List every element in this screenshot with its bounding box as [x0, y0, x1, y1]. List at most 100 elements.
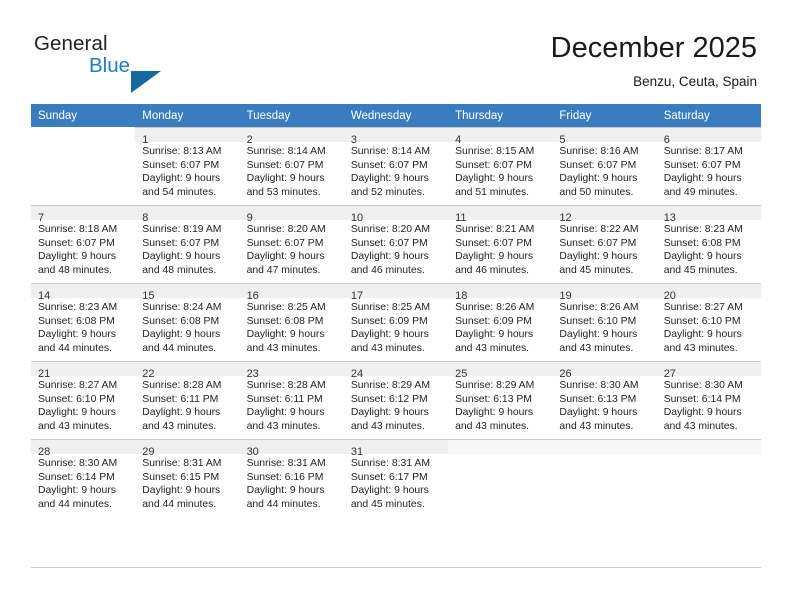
- sunrise-text: Sunrise: 8:19 AM: [142, 224, 222, 235]
- sunset-text: Sunset: 6:07 PM: [38, 237, 115, 249]
- day-cell[interactable]: 16 Sunrise: 8:25 AM Sunset: 6:08 PM Dayl…: [239, 283, 344, 361]
- day-details: Sunrise: 8:25 AM Sunset: 6:08 PM Dayligh…: [240, 298, 344, 355]
- day-cell[interactable]: 22 Sunrise: 8:28 AM Sunset: 6:11 PM Dayl…: [135, 361, 240, 439]
- sunrise-text: Sunrise: 8:27 AM: [38, 380, 118, 391]
- daylight-text-line2: and 45 minutes.: [663, 264, 738, 276]
- daylight-text-line1: Daylight: 9 hours: [350, 485, 429, 497]
- day-cell[interactable]: 4 Sunrise: 8:15 AM Sunset: 6:07 PM Dayli…: [448, 127, 553, 205]
- day-cell[interactable]: 1 Sunrise: 8:13 AM Sunset: 6:07 PM Dayli…: [135, 127, 240, 205]
- day-details: Sunrise: 8:22 AM Sunset: 6:07 PM Dayligh…: [552, 220, 656, 277]
- day-cell[interactable]: 26 Sunrise: 8:30 AM Sunset: 6:13 PM Dayl…: [552, 361, 657, 439]
- sunset-text: Sunset: 6:10 PM: [559, 315, 637, 327]
- day-cell[interactable]: 20 Sunrise: 8:27 AM Sunset: 6:10 PM Dayl…: [656, 283, 761, 361]
- sunset-text: Sunset: 6:08 PM: [38, 315, 115, 327]
- day-cell[interactable]: 31 Sunrise: 8:31 AM Sunset: 6:17 PM Dayl…: [343, 439, 449, 517]
- day-cell[interactable]: 23 Sunrise: 8:28 AM Sunset: 6:11 PM Dayl…: [239, 361, 344, 439]
- daylight-text-line2: and 43 minutes.: [559, 342, 634, 354]
- day-details: Sunrise: 8:26 AM Sunset: 6:10 PM Dayligh…: [552, 298, 656, 355]
- sunrise-text: Sunrise: 8:26 AM: [455, 302, 535, 313]
- day-cell[interactable]: 29 Sunrise: 8:31 AM Sunset: 6:15 PM Dayl…: [135, 439, 240, 517]
- day-details: Sunrise: 8:20 AM Sunset: 6:07 PM Dayligh…: [240, 220, 344, 277]
- day-cell[interactable]: 24 Sunrise: 8:29 AM Sunset: 6:12 PM Dayl…: [343, 361, 449, 439]
- daylight-text-line2: and 43 minutes.: [246, 342, 321, 354]
- day-cell[interactable]: 12 Sunrise: 8:22 AM Sunset: 6:07 PM Dayl…: [552, 205, 657, 283]
- day-cell[interactable]: 14 Sunrise: 8:23 AM Sunset: 6:08 PM Dayl…: [31, 283, 136, 361]
- day-cell[interactable]: 5 Sunrise: 8:16 AM Sunset: 6:07 PM Dayli…: [552, 127, 657, 205]
- sunset-text: Sunset: 6:09 PM: [350, 315, 428, 327]
- day-details: Sunrise: 8:24 AM Sunset: 6:08 PM Dayligh…: [135, 298, 239, 355]
- daylight-text-line2: and 44 minutes.: [142, 498, 217, 510]
- sunrise-text: Sunrise: 8:14 AM: [246, 146, 326, 157]
- calendar-week-row: 21 Sunrise: 8:27 AM Sunset: 6:10 PM Dayl…: [31, 361, 761, 439]
- calendar-grid: Sunday Monday Tuesday Wednesday Thursday…: [31, 104, 761, 517]
- calendar-week-row: 28 Sunrise: 8:30 AM Sunset: 6:14 PM Dayl…: [31, 439, 761, 517]
- day-cell[interactable]: 11 Sunrise: 8:21 AM Sunset: 6:07 PM Dayl…: [448, 205, 553, 283]
- daylight-text-line1: Daylight: 9 hours: [663, 251, 742, 263]
- day-cell[interactable]: 10 Sunrise: 8:20 AM Sunset: 6:07 PM Dayl…: [343, 205, 449, 283]
- daylight-text-line1: Daylight: 9 hours: [350, 407, 429, 419]
- daylight-text-line2: and 43 minutes.: [663, 420, 738, 432]
- calendar-week-row: 1 Sunrise: 8:13 AM Sunset: 6:07 PM Dayli…: [31, 127, 761, 205]
- sunrise-text: Sunrise: 8:25 AM: [350, 302, 430, 313]
- day-cell[interactable]: 6 Sunrise: 8:17 AM Sunset: 6:07 PM Dayli…: [656, 127, 761, 205]
- day-details: Sunrise: 8:26 AM Sunset: 6:09 PM Dayligh…: [448, 298, 552, 355]
- daylight-text-line1: Daylight: 9 hours: [350, 329, 429, 341]
- daylight-text-line1: Daylight: 9 hours: [663, 407, 742, 419]
- daylight-text-line2: and 50 minutes.: [559, 186, 634, 198]
- title-block: December 2025 Benzu, Ceuta, Spain: [551, 30, 757, 92]
- day-cell[interactable]: 21 Sunrise: 8:27 AM Sunset: 6:10 PM Dayl…: [31, 361, 136, 439]
- daylight-text-line1: Daylight: 9 hours: [559, 407, 638, 419]
- day-cell[interactable]: 8 Sunrise: 8:19 AM Sunset: 6:07 PM Dayli…: [135, 205, 240, 283]
- day-cell[interactable]: 19 Sunrise: 8:26 AM Sunset: 6:10 PM Dayl…: [552, 283, 657, 361]
- day-cell[interactable]: 13 Sunrise: 8:23 AM Sunset: 6:08 PM Dayl…: [656, 205, 761, 283]
- sunrise-text: Sunrise: 8:29 AM: [455, 380, 535, 391]
- sunset-text: Sunset: 6:11 PM: [246, 393, 323, 405]
- day-cell[interactable]: 9 Sunrise: 8:20 AM Sunset: 6:07 PM Dayli…: [239, 205, 344, 283]
- day-details: Sunrise: 8:16 AM Sunset: 6:07 PM Dayligh…: [552, 142, 656, 199]
- day-cell[interactable]: 18 Sunrise: 8:26 AM Sunset: 6:09 PM Dayl…: [448, 283, 553, 361]
- day-details: Sunrise: 8:28 AM Sunset: 6:11 PM Dayligh…: [135, 376, 239, 433]
- daylight-text-line2: and 43 minutes.: [142, 420, 217, 432]
- sunrise-text: Sunrise: 8:28 AM: [142, 380, 222, 391]
- day-cell[interactable]: 30 Sunrise: 8:31 AM Sunset: 6:16 PM Dayl…: [239, 439, 344, 517]
- logo-triangle-icon: [131, 71, 161, 93]
- day-cell[interactable]: 3 Sunrise: 8:14 AM Sunset: 6:07 PM Dayli…: [343, 127, 449, 205]
- day-cell[interactable]: 25 Sunrise: 8:29 AM Sunset: 6:13 PM Dayl…: [448, 361, 553, 439]
- daylight-text-line1: Daylight: 9 hours: [38, 485, 116, 497]
- sunset-text: Sunset: 6:09 PM: [455, 315, 532, 327]
- sunrise-text: Sunrise: 8:29 AM: [350, 380, 430, 391]
- weekday-header-thursday: Thursday: [448, 104, 553, 127]
- daylight-text-line1: Daylight: 9 hours: [142, 329, 221, 341]
- day-cell[interactable]: 27 Sunrise: 8:30 AM Sunset: 6:14 PM Dayl…: [656, 361, 761, 439]
- daylight-text-line1: Daylight: 9 hours: [246, 485, 325, 497]
- day-details: Sunrise: 8:30 AM Sunset: 6:14 PM Dayligh…: [657, 376, 761, 433]
- day-details: Sunrise: 8:30 AM Sunset: 6:13 PM Dayligh…: [552, 376, 656, 433]
- sunrise-text: Sunrise: 8:31 AM: [142, 458, 222, 469]
- daylight-text-line1: Daylight: 9 hours: [663, 329, 742, 341]
- sunrise-text: Sunrise: 8:13 AM: [142, 146, 222, 157]
- sunrise-text: Sunrise: 8:30 AM: [559, 380, 639, 391]
- day-details: Sunrise: 8:31 AM Sunset: 6:15 PM Dayligh…: [135, 454, 239, 511]
- daylight-text-line2: and 49 minutes.: [663, 186, 738, 198]
- day-details: Sunrise: 8:31 AM Sunset: 6:16 PM Dayligh…: [240, 454, 344, 511]
- weekday-header-wednesday: Wednesday: [343, 104, 449, 127]
- day-cell[interactable]: 15 Sunrise: 8:24 AM Sunset: 6:08 PM Dayl…: [135, 283, 240, 361]
- sunset-text: Sunset: 6:07 PM: [246, 159, 324, 171]
- sunset-text: Sunset: 6:11 PM: [142, 393, 219, 405]
- day-cell[interactable]: 7 Sunrise: 8:18 AM Sunset: 6:07 PM Dayli…: [31, 205, 136, 283]
- sunset-text: Sunset: 6:08 PM: [142, 315, 220, 327]
- day-details: Sunrise: 8:29 AM Sunset: 6:13 PM Dayligh…: [448, 376, 552, 433]
- daylight-text-line1: Daylight: 9 hours: [350, 173, 429, 185]
- day-cell[interactable]: 28 Sunrise: 8:30 AM Sunset: 6:14 PM Dayl…: [31, 439, 136, 517]
- daylight-text-line1: Daylight: 9 hours: [142, 173, 221, 185]
- daylight-text-line1: Daylight: 9 hours: [455, 173, 534, 185]
- day-cell[interactable]: 17 Sunrise: 8:25 AM Sunset: 6:09 PM Dayl…: [343, 283, 449, 361]
- logo-text-blue: Blue: [89, 54, 131, 77]
- daylight-text-line1: Daylight: 9 hours: [246, 173, 325, 185]
- sunrise-text: Sunrise: 8:27 AM: [663, 302, 743, 313]
- daylight-text-line1: Daylight: 9 hours: [142, 407, 221, 419]
- daylight-text-line2: and 43 minutes.: [455, 342, 530, 354]
- daylight-text-line2: and 43 minutes.: [455, 420, 530, 432]
- weekday-header-sunday: Sunday: [31, 104, 136, 127]
- day-cell[interactable]: 2 Sunrise: 8:14 AM Sunset: 6:07 PM Dayli…: [239, 127, 344, 205]
